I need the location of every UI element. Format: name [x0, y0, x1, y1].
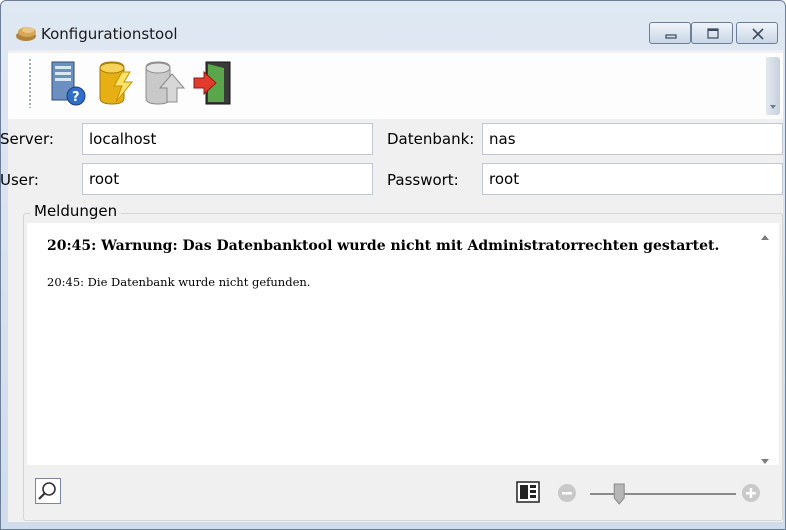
minus-icon: [558, 484, 576, 502]
database-label: Datenbank:: [387, 130, 475, 148]
user-label: User:: [0, 171, 39, 189]
maximize-icon: [707, 28, 719, 39]
server-help-icon: ?: [51, 61, 86, 106]
server-label: Server:: [0, 130, 54, 148]
database-lightning-button[interactable]: [92, 58, 138, 108]
zoom-slider-thumb[interactable]: [613, 483, 625, 505]
app-icon: [15, 24, 39, 42]
window-title: Konfigurationstool: [41, 25, 178, 43]
message-line: 20:45: Warnung: Das Datenbanktool wurde …: [47, 238, 720, 254]
find-button[interactable]: [35, 478, 61, 504]
page-view-button[interactable]: [515, 481, 541, 503]
search-icon: [38, 482, 56, 500]
database-upload-button[interactable]: [140, 58, 186, 108]
exit-button[interactable]: [188, 58, 234, 108]
title-bar[interactable]: Konfigurationstool: [1, 1, 785, 49]
minimize-icon: [665, 34, 677, 39]
chevron-down-icon: [770, 105, 776, 109]
close-icon: [752, 28, 764, 40]
toolbar-overflow-button[interactable]: [766, 57, 780, 115]
zoom-out-button[interactable]: [557, 483, 577, 507]
exit-door-icon: [193, 61, 231, 105]
close-button[interactable]: [736, 22, 778, 44]
minimize-button[interactable]: [649, 22, 691, 44]
svg-text:?: ?: [72, 90, 80, 105]
zoom-slider[interactable]: [588, 480, 738, 508]
zoom-in-button[interactable]: [741, 483, 761, 507]
maximize-button[interactable]: [691, 22, 733, 44]
database-input[interactable]: [482, 123, 783, 155]
message-line: 20:45: Die Datenbank wurde nicht gefunde…: [47, 275, 311, 289]
messages-log[interactable]: [27, 223, 779, 465]
password-input[interactable]: [482, 163, 783, 195]
page-view-icon: [516, 481, 540, 503]
toolbar-grip[interactable]: [28, 58, 32, 108]
scroll-down-arrow[interactable]: [760, 453, 770, 469]
database-lightning-icon: [99, 61, 134, 105]
password-label: Passwort:: [387, 171, 459, 189]
server-input[interactable]: [82, 123, 373, 155]
user-input[interactable]: [82, 163, 373, 195]
messages-group-title: Meldungen: [30, 202, 122, 220]
database-upload-icon: [145, 61, 186, 105]
scroll-up-arrow[interactable]: [760, 230, 770, 246]
server-help-button[interactable]: ?: [44, 58, 90, 108]
plus-icon: [742, 484, 760, 502]
